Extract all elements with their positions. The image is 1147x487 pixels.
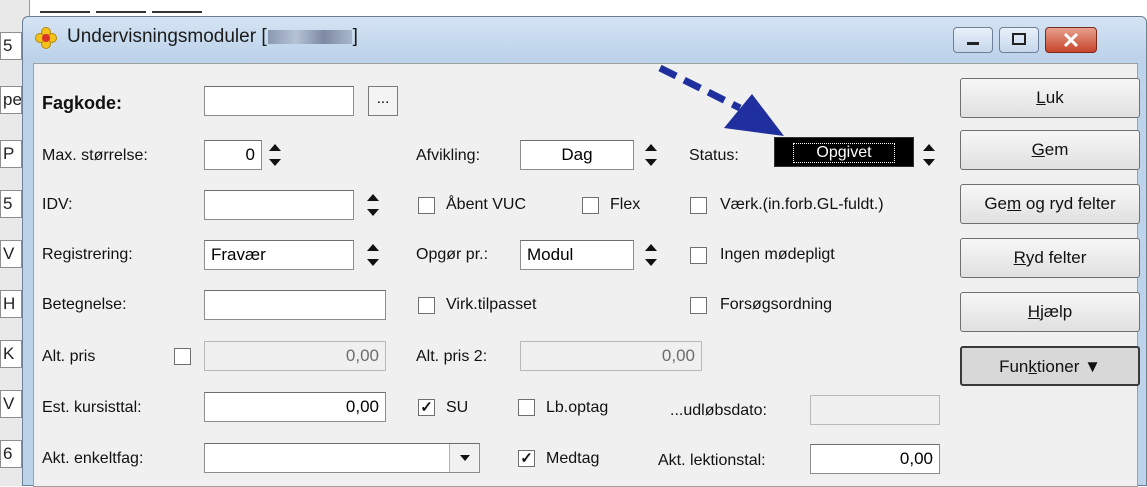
annotation-arrow-icon <box>658 64 784 136</box>
